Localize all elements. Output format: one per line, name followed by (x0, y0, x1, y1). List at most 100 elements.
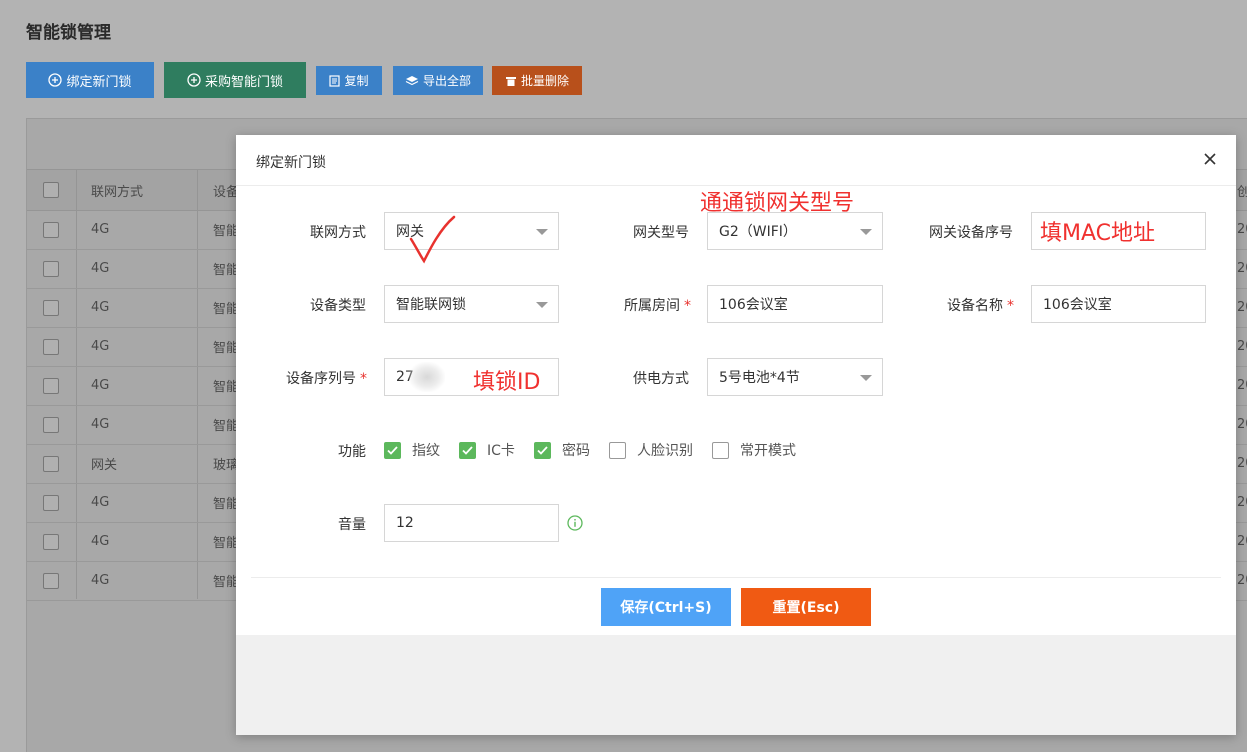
power-label: 供电方式 (633, 371, 689, 387)
chevron-down-icon (536, 229, 548, 235)
device-type-select-value: 智能联网锁 (396, 297, 466, 313)
checkbox-checked-icon (534, 441, 551, 459)
network-cell: 4G (91, 300, 110, 315)
redaction-blur (409, 362, 445, 392)
date-cell: 20 (1237, 222, 1247, 237)
date-cell: 20 (1237, 300, 1247, 315)
row-checkbox[interactable] (43, 522, 59, 561)
save-button[interactable]: 保存(Ctrl+S) (601, 588, 731, 626)
power-select-value: 5号电池*4节 (719, 370, 800, 386)
info-icon[interactable] (567, 515, 583, 531)
function-fingerprint-checkbox[interactable]: 指纹 (384, 441, 440, 459)
export-all-button[interactable]: 导出全部 (393, 66, 483, 95)
buy-smart-lock-label: 采购智能门锁 (204, 74, 283, 90)
function-option-label: 密码 (562, 443, 590, 459)
room-input[interactable]: 106会议室 (707, 285, 883, 323)
room-input-value: 106会议室 (719, 297, 788, 313)
function-option-label: 常开模式 (740, 443, 796, 459)
column-header-created: 创 (1237, 184, 1247, 200)
chevron-down-icon (860, 375, 872, 381)
buy-smart-lock-button[interactable]: 采购智能门锁 (164, 62, 306, 98)
gateway-model-select[interactable]: G2（WIFI） (707, 212, 883, 250)
device-type-select[interactable]: 智能联网锁 (384, 285, 559, 323)
checkbox-unchecked-icon (609, 441, 626, 459)
volume-input[interactable]: 12 (384, 504, 559, 542)
room-label-text: 所属房间 (624, 298, 680, 314)
date-cell: 20 (1237, 417, 1247, 432)
device-name-label-text: 设备名称 (947, 298, 1003, 314)
function-option-label: 指纹 (412, 443, 440, 459)
copy-button[interactable]: 复制 (316, 66, 382, 95)
gateway-model-select-value: G2（WIFI） (719, 224, 797, 240)
reset-button[interactable]: 重置(Esc) (741, 588, 871, 626)
required-mark: * (684, 298, 691, 314)
device-name-input[interactable]: 106会议室 (1031, 285, 1206, 323)
device-name-input-value: 106会议室 (1043, 297, 1112, 313)
trash-icon (505, 75, 517, 87)
date-cell: 20 (1237, 456, 1247, 471)
row-checkbox[interactable] (43, 483, 59, 522)
bind-new-lock-label: 绑定新门锁 (66, 74, 132, 90)
date-cell: 20 (1237, 378, 1247, 393)
network-cell: 4G (91, 261, 110, 276)
page-title: 智能锁管理 (26, 23, 111, 43)
row-checkbox[interactable] (43, 249, 59, 288)
function-always-open-checkbox[interactable]: 常开模式 (712, 441, 796, 459)
function-ic-card-checkbox[interactable]: IC卡 (459, 441, 515, 459)
serial-input[interactable]: 27 20 填锁ID (384, 358, 559, 396)
export-all-label: 导出全部 (422, 74, 471, 88)
select-all-checkbox[interactable] (43, 170, 59, 210)
function-face-recognition-checkbox[interactable]: 人脸识别 (609, 441, 693, 459)
device-name-label: 设备名称 * (926, 295, 1014, 315)
bind-new-lock-dialog: 绑定新门锁 通通锁网关型号 联网方式 网关 网关型号 G2（WIFI） 网关设备… (236, 135, 1236, 735)
date-cell: 20 (1237, 339, 1247, 354)
date-cell: 20 (1237, 261, 1247, 276)
copy-label: 复制 (344, 74, 369, 88)
date-cell: 20 (1237, 534, 1247, 549)
row-checkbox[interactable] (43, 561, 59, 600)
checkbox-checked-icon (384, 441, 401, 459)
date-cell: 20 (1237, 573, 1247, 588)
required-mark: * (360, 371, 367, 387)
network-cell: 4G (91, 495, 110, 510)
date-cell: 20 (1237, 495, 1247, 510)
device-type-label: 设备类型 (310, 298, 366, 314)
gateway-serial-label: 网关设备序号 (929, 225, 1013, 241)
row-checkbox[interactable] (43, 327, 59, 366)
checkmark-annotation-icon (409, 215, 456, 264)
gateway-serial-input[interactable]: 填MAC地址 (1031, 212, 1206, 250)
function-option-label: IC卡 (487, 443, 515, 459)
network-cell: 网关 (91, 458, 118, 473)
function-label: 功能 (338, 444, 366, 460)
room-label: 所属房间 * (606, 295, 691, 315)
volume-input-value: 12 (396, 515, 414, 531)
chevron-down-icon (860, 229, 872, 235)
close-icon[interactable] (1200, 149, 1220, 169)
required-mark: * (1007, 298, 1014, 314)
annotation-lock-id: 填锁ID (473, 370, 541, 395)
network-cell: 4G (91, 339, 110, 354)
checkbox-checked-icon (459, 441, 476, 459)
column-header-network[interactable]: 联网方式 (91, 170, 143, 210)
function-password-checkbox[interactable]: 密码 (534, 441, 590, 459)
power-select[interactable]: 5号电池*4节 (707, 358, 883, 396)
plus-circle-icon (187, 73, 201, 87)
dialog-footer-area (236, 635, 1236, 735)
gateway-serial-input-value: 填MAC地址 (1040, 221, 1156, 246)
network-cell: 4G (91, 222, 110, 237)
row-checkbox[interactable] (43, 405, 59, 444)
serial-label: 设备序列号 * (266, 368, 367, 388)
row-checkbox[interactable] (43, 366, 59, 405)
row-checkbox[interactable] (43, 210, 59, 249)
footer-divider (251, 577, 1221, 578)
network-cell: 4G (91, 534, 110, 549)
batch-delete-button[interactable]: 批量删除 (492, 66, 582, 95)
row-checkbox[interactable] (43, 288, 59, 327)
layers-icon (405, 75, 419, 87)
network-cell: 4G (91, 417, 110, 432)
bind-new-lock-button[interactable]: 绑定新门锁 (26, 62, 154, 98)
row-checkbox[interactable] (43, 444, 59, 483)
network-cell: 4G (91, 573, 110, 588)
serial-label-text: 设备序列号 (286, 371, 356, 387)
gateway-model-label: 网关型号 (633, 225, 689, 241)
